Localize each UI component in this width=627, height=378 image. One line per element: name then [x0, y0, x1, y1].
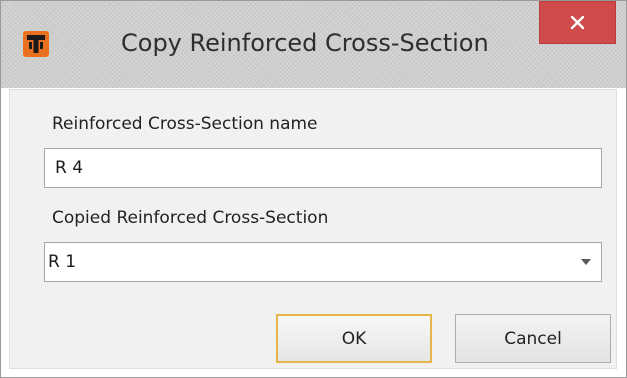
copied-section-dropdown[interactable]: R 1 — [44, 242, 602, 282]
dropdown-selected-value: R 1 — [48, 252, 77, 272]
chevron-down-icon — [581, 259, 591, 265]
ok-button[interactable]: OK — [276, 314, 432, 363]
close-button[interactable] — [539, 1, 616, 44]
cancel-button[interactable]: Cancel — [455, 314, 611, 363]
app-logo-icon — [23, 31, 49, 57]
dialog-content: Reinforced Cross-Section name Copied Rei… — [9, 89, 617, 369]
name-input[interactable] — [44, 148, 602, 188]
close-icon — [570, 15, 585, 30]
dropdown-arrow-button[interactable] — [571, 243, 601, 281]
dialog-window: Copy Reinforced Cross-Section Reinforced… — [0, 0, 627, 378]
window-title: Copy Reinforced Cross-Section — [121, 29, 489, 57]
title-bar[interactable]: Copy Reinforced Cross-Section — [1, 1, 626, 88]
name-label: Reinforced Cross-Section name — [52, 114, 318, 134]
copied-section-label: Copied Reinforced Cross-Section — [52, 208, 329, 228]
